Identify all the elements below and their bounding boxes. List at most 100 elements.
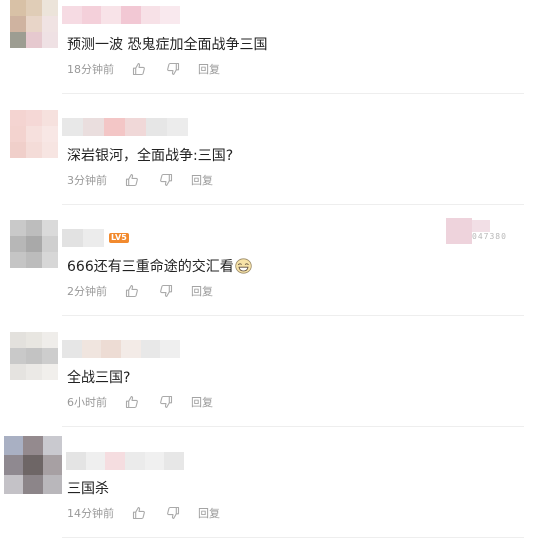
comment-text: 666还有三重命途的交汇看 [67, 257, 252, 280]
dislike-button[interactable] [166, 62, 180, 76]
avatar-pixel [10, 32, 26, 48]
avatar[interactable] [10, 220, 58, 268]
username-block [160, 6, 181, 24]
comment-text: 全战三国? [67, 370, 131, 386]
comment-meta: 14分钟前 回复 [67, 504, 220, 522]
comment-text: 深岩银河，全面战争:三国? [67, 148, 234, 164]
avatar-pixel [26, 348, 42, 364]
comment-meta: 6小时前 回复 [67, 393, 213, 411]
avatar[interactable] [10, 110, 58, 158]
username-blurred[interactable] [62, 118, 188, 136]
comment-text-content: 666还有三重命途的交汇看 [67, 259, 234, 275]
like-button[interactable] [125, 395, 139, 409]
username-block [104, 118, 125, 136]
reply-button[interactable]: 回复 [198, 61, 220, 77]
avatar-pixel [26, 0, 42, 16]
avatar-pixel [10, 0, 26, 16]
avatar-pixel [26, 252, 42, 268]
comment-time: 6小时前 [67, 396, 107, 409]
divider [62, 204, 524, 205]
thumbs-up-icon [132, 507, 145, 520]
avatar-pixel [10, 110, 26, 126]
username-blurred[interactable] [62, 340, 181, 358]
like-button[interactable] [132, 62, 146, 76]
avatar-pixel [42, 474, 62, 494]
username-block [105, 452, 126, 470]
thumbs-down-icon [160, 395, 173, 408]
reply-button[interactable]: 回复 [191, 394, 213, 410]
username-block [85, 452, 106, 470]
avatar-pixel [10, 364, 26, 380]
avatar-pixel [42, 142, 58, 158]
avatar-pixel [10, 220, 26, 236]
username-block [140, 6, 161, 24]
avatar-pixel [4, 436, 24, 456]
dislike-button[interactable] [166, 506, 180, 520]
avatar[interactable] [10, 332, 58, 380]
fan-badge-image [472, 220, 490, 232]
avatar-pixel [42, 436, 62, 456]
username-block [83, 118, 104, 136]
avatar-pixel [42, 252, 58, 268]
reply-button[interactable]: 回复 [191, 283, 213, 299]
comment-text: 三国杀 [67, 481, 109, 497]
username-block [144, 452, 165, 470]
avatar-pixel [23, 455, 43, 475]
avatar-pixel [10, 236, 26, 252]
avatar-pixel [42, 16, 58, 32]
avatar-pixel [4, 474, 24, 494]
username-block [121, 6, 141, 24]
avatar-pixel [26, 220, 42, 236]
avatar-pixel [42, 455, 62, 475]
username-block [125, 452, 145, 470]
comment-time: 3分钟前 [67, 174, 107, 187]
avatar[interactable] [4, 436, 62, 494]
avatar-pixel [23, 474, 43, 494]
thumbs-up-icon [125, 396, 138, 409]
username-block [160, 340, 181, 358]
divider [62, 426, 524, 427]
avatar-pixel [10, 332, 26, 348]
avatar[interactable] [10, 0, 58, 48]
username-block [62, 6, 82, 24]
username-block [81, 6, 102, 24]
username-blurred[interactable] [62, 229, 104, 247]
username-blurred[interactable] [62, 6, 181, 24]
dislike-button[interactable] [159, 173, 173, 187]
reply-button[interactable]: 回复 [198, 505, 220, 521]
avatar-pixel [26, 364, 42, 380]
username-block [101, 6, 122, 24]
reply-button[interactable]: 回复 [191, 172, 213, 188]
comment-time: 2分钟前 [67, 285, 107, 298]
avatar-pixel [26, 332, 42, 348]
avatar-pixel [4, 455, 24, 475]
avatar-pixel [42, 220, 58, 236]
avatar-pixel [42, 332, 58, 348]
avatar-pixel [42, 236, 58, 252]
avatar-pixel [42, 348, 58, 364]
thumbs-down-icon [160, 284, 173, 297]
like-button[interactable] [132, 506, 146, 520]
fan-badge: 047380 [446, 218, 507, 244]
dislike-button[interactable] [159, 395, 173, 409]
username-block [66, 452, 86, 470]
username-blurred[interactable] [66, 452, 185, 470]
avatar-pixel [10, 142, 26, 158]
dislike-button[interactable] [159, 284, 173, 298]
username-block [83, 229, 104, 247]
laughing-face-icon [235, 258, 252, 280]
avatar-pixel [26, 126, 42, 142]
avatar-pixel [23, 436, 43, 456]
username-block [62, 229, 83, 247]
username-block [101, 340, 122, 358]
comment-meta: 18分钟前 回复 [67, 60, 220, 78]
username-block [62, 118, 83, 136]
avatar-pixel [26, 32, 42, 48]
username-block [167, 118, 188, 136]
avatar-pixel [10, 16, 26, 32]
like-button[interactable] [125, 173, 139, 187]
avatar-pixel [26, 142, 42, 158]
thumbs-up-icon [125, 285, 138, 298]
level-badge: LV5 [109, 233, 129, 243]
like-button[interactable] [125, 284, 139, 298]
